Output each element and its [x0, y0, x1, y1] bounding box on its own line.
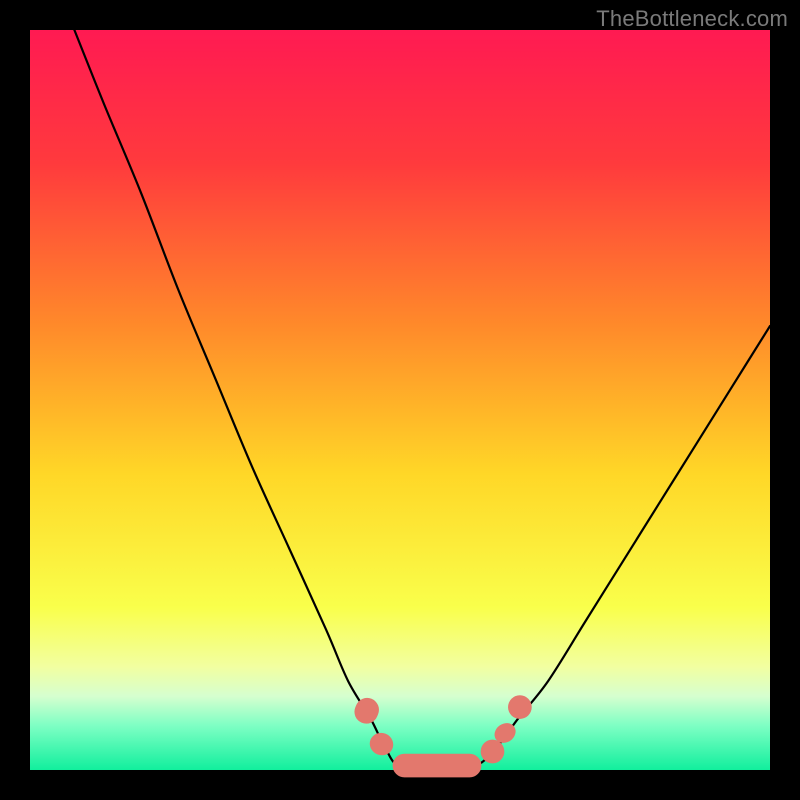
marker-capsule — [393, 754, 482, 778]
bottleneck-curve — [74, 30, 770, 768]
chart-svg — [30, 30, 770, 770]
marker-dot — [508, 695, 532, 719]
outer-frame: TheBottleneck.com — [0, 0, 800, 800]
marker-group — [351, 694, 532, 777]
plot-area — [30, 30, 770, 770]
marker-capsule — [366, 729, 396, 758]
marker-dot — [481, 740, 505, 764]
marker-capsule — [351, 694, 383, 727]
watermark-text: TheBottleneck.com — [596, 6, 788, 32]
